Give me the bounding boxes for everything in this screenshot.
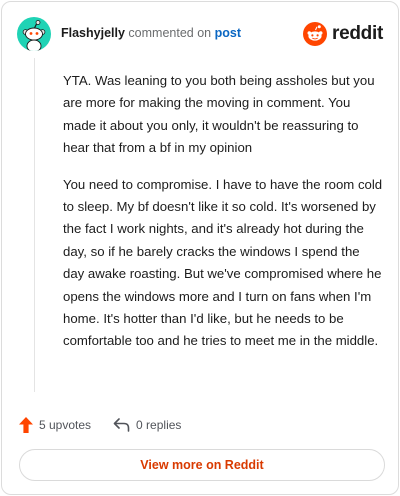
- comment-card: Flashyjelly commented on post reddit YTA…: [1, 1, 399, 495]
- comment-header: Flashyjelly commented on post reddit: [17, 17, 383, 51]
- comment-body: YTA. Was leaning to you both being assho…: [63, 70, 383, 367]
- view-more-button[interactable]: View more on Reddit: [19, 449, 385, 481]
- comment-actions: 5 upvotes 0 replies: [19, 415, 181, 435]
- upvote-arrow-icon: [19, 417, 33, 433]
- reddit-logo[interactable]: reddit: [303, 21, 383, 47]
- upvote-count: 5 upvotes: [39, 418, 92, 432]
- reddit-logo-icon: [303, 22, 328, 46]
- reddit-wordmark: reddit: [332, 23, 383, 44]
- snoo-avatar-icon: [22, 20, 46, 51]
- comment-paragraph: YTA. Was leaning to you both being assho…: [63, 73, 375, 156]
- reply-button[interactable]: 0 replies: [113, 418, 181, 432]
- comment-meta: Flashyjelly commented on post: [61, 26, 241, 40]
- avatar[interactable]: [17, 17, 51, 51]
- action-text: commented on: [128, 26, 212, 40]
- reply-arrow-icon: [113, 418, 130, 432]
- author-name[interactable]: Flashyjelly: [61, 26, 125, 40]
- reply-count: 0 replies: [136, 418, 182, 432]
- upvote-button[interactable]: 5 upvotes: [19, 417, 91, 433]
- comment-paragraph: You need to compromise. I have to have t…: [63, 176, 383, 349]
- post-link[interactable]: post: [215, 26, 241, 40]
- thread-line: [34, 58, 35, 392]
